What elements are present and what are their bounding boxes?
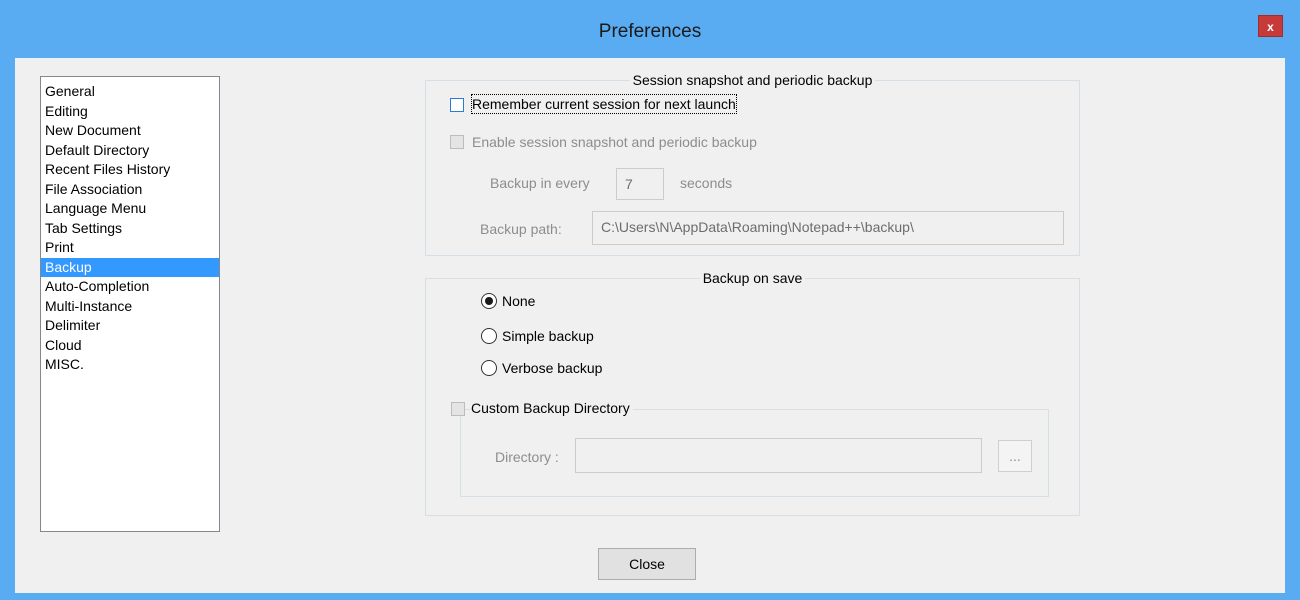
category-item-multi-instance[interactable]: Multi-Instance (41, 297, 219, 317)
dialog-client-area: General Editing New Document Default Dir… (15, 58, 1285, 593)
backup-path-label: Backup path: (480, 221, 562, 237)
custom-directory-checkbox[interactable] (451, 402, 465, 416)
backup-on-save-title: Backup on save (699, 270, 806, 286)
remember-session-label[interactable]: Remember current session for next launch (471, 94, 737, 114)
simple-backup-radio[interactable] (481, 328, 497, 344)
backup-every-label: Backup in every (490, 175, 590, 191)
category-item-delimiter[interactable]: Delimiter (41, 316, 219, 336)
remember-session-checkbox[interactable] (450, 98, 464, 112)
category-item-general[interactable]: General (41, 82, 219, 102)
category-item-new-document[interactable]: New Document (41, 121, 219, 141)
directory-input[interactable] (575, 438, 982, 473)
category-item-cloud[interactable]: Cloud (41, 336, 219, 356)
enable-snapshot-checkbox[interactable] (450, 135, 464, 149)
simple-backup-label[interactable]: Simple backup (502, 327, 594, 345)
window-title: Preferences (598, 21, 702, 42)
backup-none-label[interactable]: None (502, 292, 535, 310)
directory-label: Directory : (495, 449, 559, 465)
category-item-default-directory[interactable]: Default Directory (41, 141, 219, 161)
backup-interval-input[interactable]: 7 (616, 168, 664, 200)
category-list[interactable]: General Editing New Document Default Dir… (40, 76, 220, 532)
category-item-editing[interactable]: Editing (41, 102, 219, 122)
category-item-tab-settings[interactable]: Tab Settings (41, 219, 219, 239)
seconds-label: seconds (680, 175, 733, 191)
category-item-print[interactable]: Print (41, 238, 219, 258)
close-button[interactable]: Close (598, 548, 696, 580)
category-item-recent-files-history[interactable]: Recent Files History (41, 160, 219, 180)
verbose-backup-label[interactable]: Verbose backup (502, 359, 602, 377)
category-item-language-menu[interactable]: Language Menu (41, 199, 219, 219)
window-close-icon[interactable]: x (1258, 15, 1283, 37)
preferences-window: Preferences x General Editing New Docume… (0, 0, 1300, 600)
session-group-title: Session snapshot and periodic backup (629, 72, 876, 88)
backup-none-radio[interactable] (481, 293, 497, 309)
radio-selected-dot (485, 297, 493, 305)
browse-directory-button[interactable]: ... (998, 440, 1032, 472)
verbose-backup-radio[interactable] (481, 360, 497, 376)
category-item-backup[interactable]: Backup (41, 257, 219, 277)
category-item-auto-completion[interactable]: Auto-Completion (41, 277, 219, 297)
category-item-file-association[interactable]: File Association (41, 180, 219, 200)
category-item-misc[interactable]: MISC. (41, 355, 219, 375)
custom-directory-label[interactable]: Custom Backup Directory (471, 399, 633, 417)
backup-path-input[interactable]: C:\Users\N\AppData\Roaming\Notepad++\bac… (592, 211, 1064, 245)
title-bar[interactable]: Preferences x (0, 0, 1300, 58)
enable-snapshot-label[interactable]: Enable session snapshot and periodic bac… (472, 133, 757, 151)
